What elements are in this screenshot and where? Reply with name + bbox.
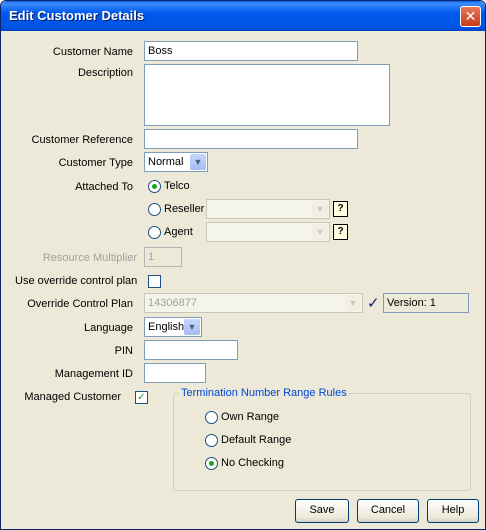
language-select[interactable]: English ▼ (144, 317, 202, 337)
reseller-select: ▼ (206, 199, 330, 219)
save-button[interactable]: Save (295, 499, 349, 523)
resource-multiplier-input (144, 247, 182, 267)
management-id-input[interactable] (144, 363, 206, 383)
edit-customer-dialog: Edit Customer Details ✕ Customer Name De… (0, 0, 486, 530)
attached-to-label: Attached To (75, 181, 133, 193)
override-control-plan-select: 14306877 ▼ (144, 293, 363, 313)
chevron-down-icon[interactable]: ▼ (184, 319, 200, 335)
use-override-checkbox[interactable] (148, 275, 161, 288)
customer-type-label: Customer Type (58, 157, 133, 169)
agent-help-icon[interactable]: ? (333, 224, 348, 240)
radio-reseller-label: Reseller (164, 203, 205, 215)
agent-select: ▼ (206, 222, 330, 242)
customer-type-value: Normal (148, 156, 184, 168)
radio-default-range-label: Default Range (221, 434, 292, 446)
title-bar[interactable]: Edit Customer Details ✕ (1, 1, 485, 31)
customer-reference-label: Customer Reference (31, 134, 134, 146)
cancel-button[interactable]: Cancel (357, 499, 419, 523)
language-label: Language (84, 322, 133, 334)
radio-telco-label: Telco (164, 180, 190, 192)
description-label: Description (77, 67, 133, 79)
radio-own-range[interactable] (205, 411, 218, 424)
radio-no-checking-label: No Checking (221, 457, 284, 469)
customer-reference-input[interactable] (144, 129, 358, 149)
customer-name-input[interactable] (144, 41, 358, 61)
dialog-title: Edit Customer Details (9, 8, 145, 23)
radio-own-range-label: Own Range (221, 411, 280, 423)
radio-agent-label: Agent (164, 226, 193, 238)
description-textarea[interactable] (144, 64, 390, 126)
customer-type-select[interactable]: Normal ▼ (144, 152, 208, 172)
override-control-plan-value: 14306877 (148, 297, 197, 309)
version-box: Version: 1 (383, 293, 469, 313)
termination-rules-legend: Termination Number Range Rules (179, 387, 349, 399)
chevron-down-icon: ▼ (312, 224, 328, 240)
language-value: English (148, 321, 185, 333)
customer-name-label: Customer Name (52, 46, 133, 58)
close-icon[interactable]: ✕ (460, 6, 481, 27)
management-id-label: Management ID (54, 368, 133, 380)
managed-customer-checkbox[interactable]: ✓ (135, 391, 148, 404)
chevron-down-icon: ▼ (312, 201, 328, 217)
chevron-down-icon[interactable]: ▼ (190, 154, 206, 170)
pin-input[interactable] (144, 340, 238, 360)
resource-multiplier-label: Resource Multiplier (42, 252, 137, 264)
help-button[interactable]: Help (427, 499, 479, 523)
radio-no-checking[interactable] (205, 457, 218, 470)
managed-customer-label: Managed Customer (24, 391, 121, 403)
pin-label: PIN (114, 345, 133, 357)
checkmark-icon[interactable]: ✓ (367, 294, 380, 312)
reseller-help-icon[interactable]: ? (333, 201, 348, 217)
radio-agent[interactable] (148, 226, 161, 239)
radio-telco[interactable] (148, 180, 161, 193)
chevron-down-icon: ▼ (345, 295, 361, 311)
use-override-label: Use override control plan (15, 275, 138, 287)
override-control-plan-label: Override Control Plan (27, 298, 133, 310)
radio-default-range[interactable] (205, 434, 218, 447)
version-text: Version: 1 (387, 297, 436, 309)
radio-reseller[interactable] (148, 203, 161, 216)
